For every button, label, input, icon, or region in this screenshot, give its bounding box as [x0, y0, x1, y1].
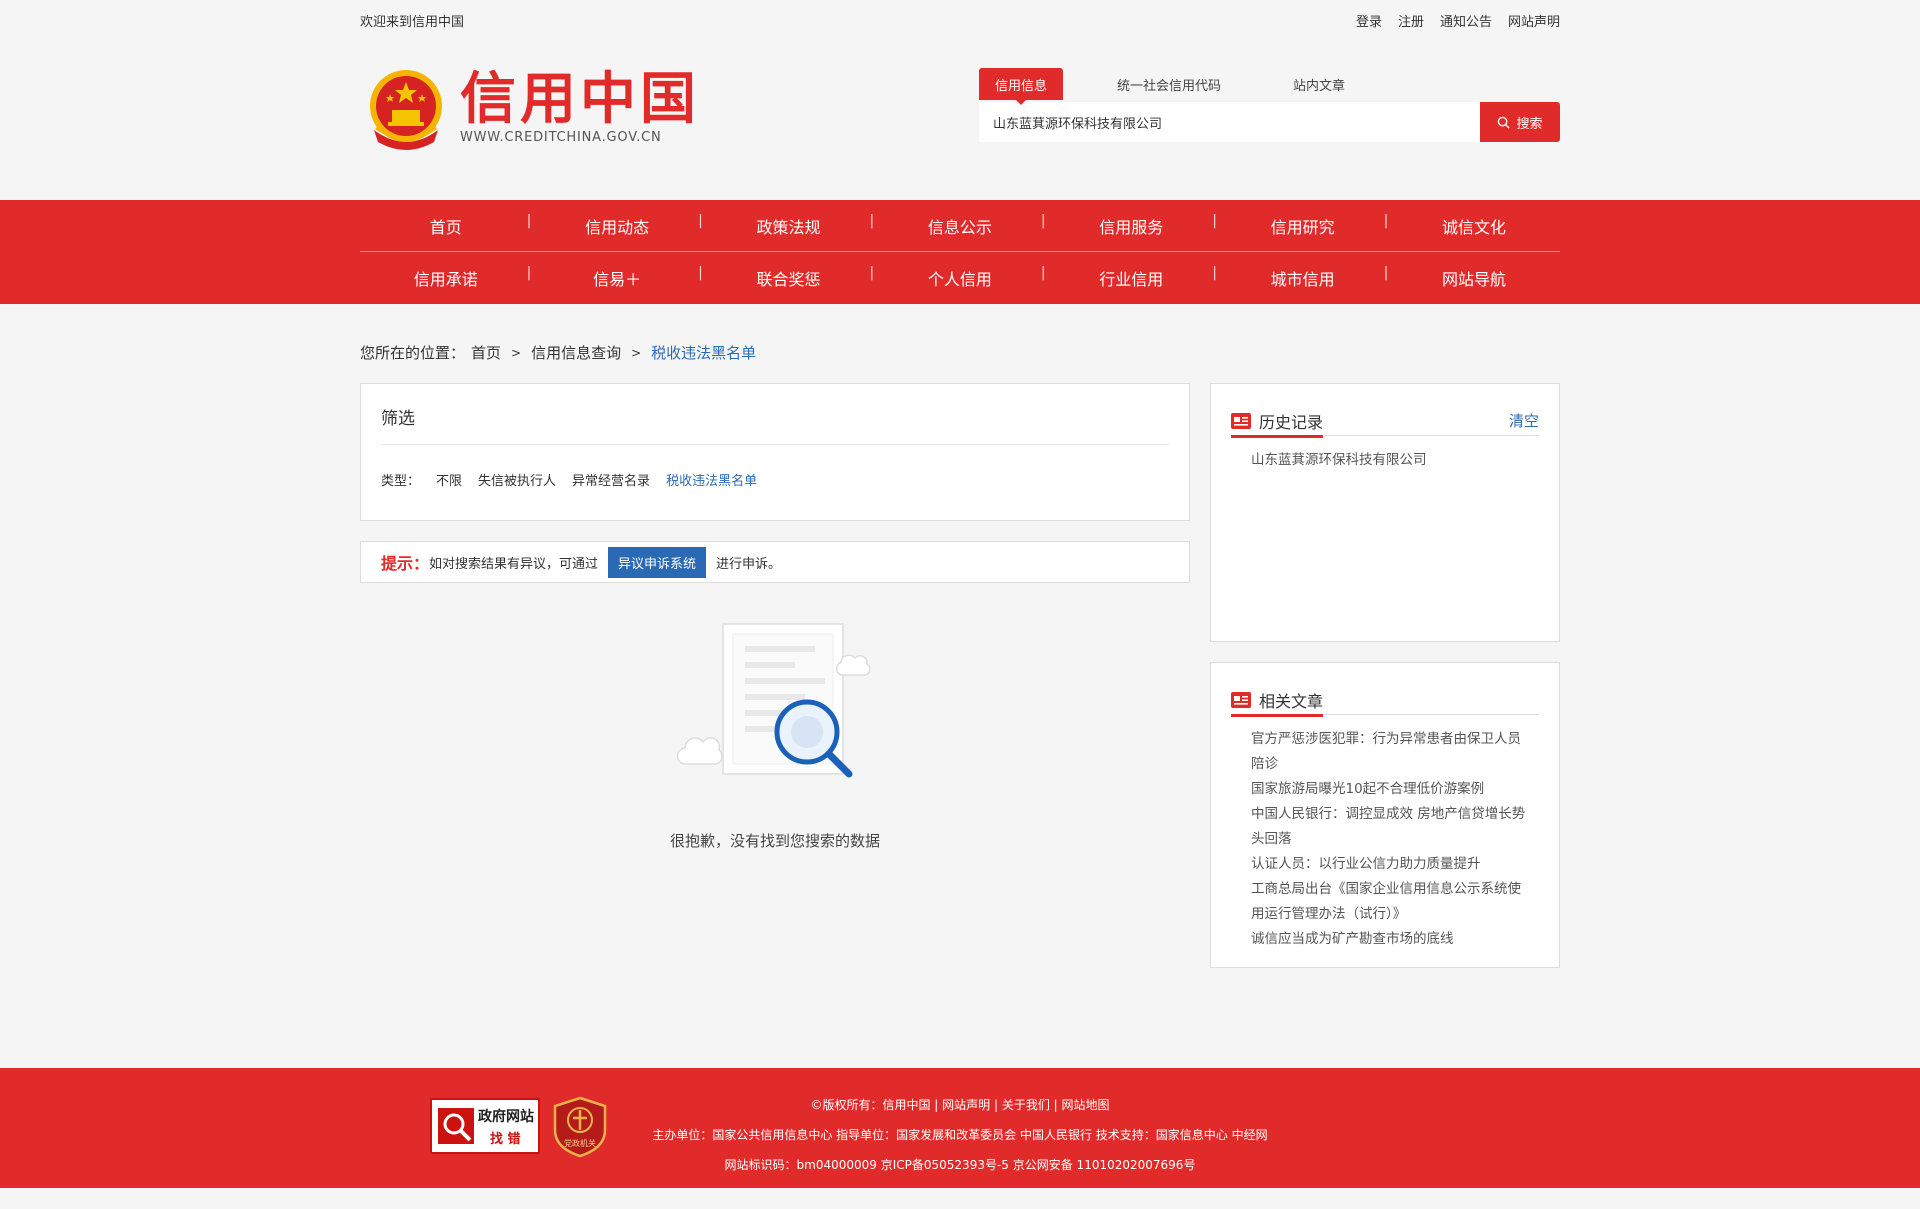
national-emblem-icon: [370, 70, 442, 150]
breadcrumb-separator: >: [631, 345, 642, 360]
login-link[interactable]: 登录: [1356, 11, 1382, 30]
filter-type-row: 类型： 不限 失信被执行人 异常经营名录 税收违法黑名单: [381, 470, 757, 489]
search-button[interactable]: 搜索: [1480, 102, 1560, 142]
history-header: 历史记录 清空: [1231, 406, 1539, 438]
welcome-text: 欢迎来到信用中国: [360, 14, 465, 30]
main-nav: 首页 信用动态 政策法规 信息公示 信用服务 信用研究 诚信文化 信用承诺 信易…: [0, 200, 1920, 304]
filter-title: 筛选: [381, 409, 415, 429]
nav-item-site-nav[interactable]: 网站导航: [1388, 266, 1559, 290]
history-panel: 历史记录 清空 山东蓝萁源环保科技有限公司: [1210, 383, 1560, 642]
related-article-item[interactable]: 认证人员：以行业公信力助力质量提升: [1251, 852, 1529, 877]
empty-state: 很抱歉，没有找到您搜索的数据: [360, 620, 1190, 851]
tab-credit-info[interactable]: 信用信息: [979, 68, 1064, 105]
tab-credit-code[interactable]: 统一社会信用代码: [1101, 68, 1237, 100]
search-icon: [1498, 116, 1511, 129]
nav-item-credit-commitment[interactable]: 信用承诺: [360, 265, 532, 290]
filter-type-label: 类型：: [381, 474, 421, 489]
breadcrumb-home[interactable]: 首页: [471, 342, 501, 363]
appeal-system-button[interactable]: 异议申诉系统: [608, 546, 707, 578]
related-article-item[interactable]: 官方严惩涉医犯罪：行为异常患者由保卫人员陪诊: [1251, 727, 1529, 777]
party-gov-badge[interactable]: 党政机关: [553, 1096, 607, 1158]
nav-item-xinyi-plus[interactable]: 信易＋: [531, 265, 703, 290]
party-gov-label: 党政机关: [564, 1138, 596, 1148]
statement-link[interactable]: 网站声明: [1508, 11, 1560, 30]
filter-option-all[interactable]: 不限: [436, 470, 462, 489]
filter-option-dishonest-debtors[interactable]: 失信被执行人: [478, 470, 556, 489]
copyright-line: ©版权所有：信用中国 | 网站声明 | 关于我们 | 网站地图: [810, 1098, 1110, 1112]
notice-link[interactable]: 通知公告: [1440, 11, 1492, 30]
top-links: 登录 注册 通知公告 网站声明: [1356, 11, 1560, 30]
breadcrumb: 您所在的位置： 首页 > 信用信息查询 > 税收违法黑名单: [360, 342, 756, 363]
site-logo[interactable]: 信用中国 WWW.CREDITCHINA.GOV.CN: [366, 68, 700, 150]
top-bar: 欢迎来到信用中国 登录 注册 通知公告 网站声明: [0, 0, 1920, 40]
related-article-item[interactable]: 诚信应当成为矿产勘查市场的底线: [1251, 927, 1529, 952]
nav-item-industry-credit[interactable]: 行业信用: [1046, 265, 1217, 290]
nav-item-city-credit[interactable]: 城市信用: [1217, 265, 1389, 290]
divider: [381, 444, 1169, 445]
register-link[interactable]: 注册: [1398, 11, 1424, 30]
nav-item-credit-news[interactable]: 信用动态: [531, 213, 703, 238]
empty-message: 很抱歉，没有找到您搜索的数据: [669, 832, 880, 850]
search-panel: 信用信息 统一社会信用代码 站内文章 搜索: [979, 68, 1560, 142]
notice-text-after: 进行申诉。: [716, 556, 782, 572]
registration-line: 网站标识码：bm04000009 京ICP备05052393号-5 京公网安备 …: [640, 1150, 1280, 1180]
sponsor-line: 主办单位：国家公共信用信息中心 指导单位：国家发展和改革委员会 中国人民银行 技…: [652, 1128, 1268, 1142]
no-results-illustration-icon: [676, 623, 871, 778]
related-header: 相关文章: [1231, 685, 1539, 717]
related-articles-panel: 相关文章 官方严惩涉医犯罪：行为异常患者由保卫人员陪诊 国家旅游局曝光10起不合…: [1210, 662, 1560, 968]
nav-item-disclosure[interactable]: 信息公示: [874, 213, 1046, 238]
nav-item-joint-rewards[interactable]: 联合奖惩: [703, 265, 874, 290]
magnifier-icon: [438, 1108, 474, 1144]
history-item[interactable]: 山东蓝萁源环保科技有限公司: [1251, 448, 1529, 473]
related-title: 相关文章: [1259, 691, 1324, 711]
notice-bar: 提示： 如对搜索结果有异议，可通过 异议申诉系统 进行申诉。: [360, 541, 1190, 583]
nav-item-policies[interactable]: 政策法规: [703, 213, 874, 238]
badge1-line1: 政府网站: [478, 1109, 534, 1125]
breadcrumb-prefix: 您所在的位置：: [360, 344, 466, 362]
history-list: 山东蓝萁源环保科技有限公司: [1251, 448, 1529, 473]
search-button-label: 搜索: [1516, 116, 1543, 132]
newspaper-icon: [1231, 691, 1251, 708]
header: 信用中国 WWW.CREDITCHINA.GOV.CN 信用信息 统一社会信用代…: [0, 40, 1920, 200]
footer-bottom-strip: [0, 1188, 1920, 1209]
related-article-item[interactable]: 中国人民银行：调控显成效 房地产信贷增长势头回落: [1251, 802, 1529, 852]
gov-site-error-report-badge[interactable]: 政府网站 找 错: [430, 1098, 540, 1154]
registration-text: 网站标识码：bm04000009 京ICP备05052393号-5 京公网安备 …: [724, 1158, 1196, 1172]
nav-row-1: 首页 信用动态 政策法规 信息公示 信用服务 信用研究 诚信文化: [360, 200, 1560, 252]
related-article-item[interactable]: 国家旅游局曝光10起不合理低价游案例: [1251, 777, 1529, 802]
footer: 政府网站 找 错 党政机关 ©版权所有：信用中国 | 网站声明 | 关于我们 |…: [0, 1068, 1920, 1188]
tab-site-articles[interactable]: 站内文章: [1277, 68, 1361, 100]
nav-item-credit-services[interactable]: 信用服务: [1046, 213, 1217, 238]
newspaper-icon: [1231, 412, 1251, 429]
filter-option-tax-blacklist[interactable]: 税收违法黑名单: [666, 470, 757, 489]
filter-option-abnormal-operation[interactable]: 异常经营名录: [572, 470, 650, 489]
logo-title: 信用中国: [460, 66, 700, 132]
history-title: 历史记录: [1259, 412, 1324, 432]
notice-label: 提示：: [381, 554, 430, 573]
related-article-item[interactable]: 工商总局出台《国家企业信用信息公示系统使用运行管理办法（试行）》: [1251, 877, 1529, 927]
breadcrumb-current[interactable]: 税收违法黑名单: [651, 342, 756, 363]
search-tabs: 信用信息 统一社会信用代码 站内文章: [979, 68, 1560, 105]
logo-subtitle: WWW.CREDITCHINA.GOV.CN: [460, 130, 662, 145]
breadcrumb-credit-query[interactable]: 信用信息查询: [531, 342, 621, 363]
nav-item-home[interactable]: 首页: [360, 213, 532, 238]
nav-item-integrity-culture[interactable]: 诚信文化: [1388, 214, 1559, 238]
filter-panel: 筛选 类型： 不限 失信被执行人 异常经营名录 税收违法黑名单: [360, 383, 1190, 521]
nav-row-2: 信用承诺 信易＋ 联合奖惩 个人信用 行业信用 城市信用 网站导航: [360, 252, 1560, 304]
badge1-line2: 找 错: [490, 1132, 521, 1147]
nav-item-personal-credit[interactable]: 个人信用: [874, 265, 1046, 290]
footer-text: ©版权所有：信用中国 | 网站声明 | 关于我们 | 网站地图 主办单位：国家公…: [640, 1090, 1280, 1180]
search-box: 搜索: [979, 102, 1560, 142]
search-input[interactable]: [979, 102, 1480, 142]
related-list: 官方严惩涉医犯罪：行为异常患者由保卫人员陪诊 国家旅游局曝光10起不合理低价游案…: [1251, 727, 1529, 952]
nav-item-credit-research[interactable]: 信用研究: [1217, 213, 1389, 238]
clear-history-button[interactable]: 清空: [1509, 410, 1539, 431]
party-gov-shield-icon: 党政机关: [553, 1096, 607, 1158]
notice-text-before: 如对搜索结果有异议，可通过: [429, 556, 599, 572]
breadcrumb-separator: >: [511, 345, 522, 360]
